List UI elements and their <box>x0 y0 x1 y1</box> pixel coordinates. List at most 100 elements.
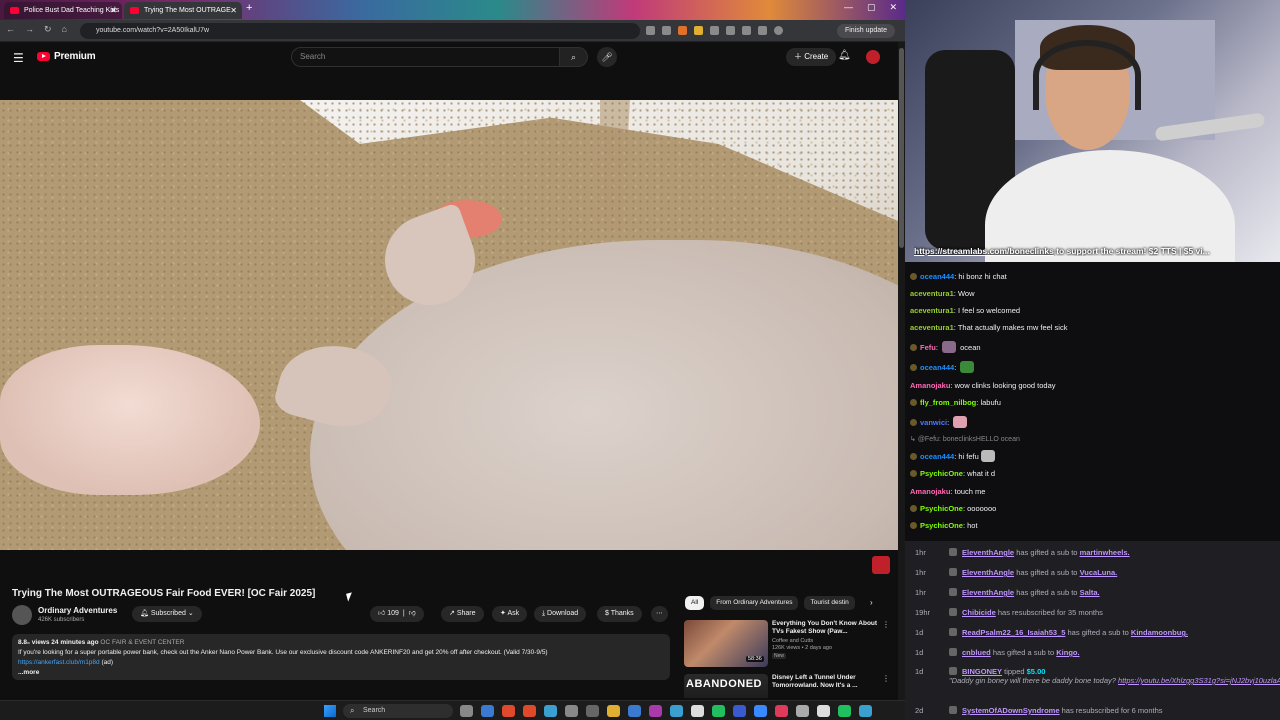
related-title[interactable]: Disney Left a Tunnel Under Tomorrowland.… <box>772 674 880 690</box>
related-channel[interactable]: Coffee and Cutts <box>772 638 813 644</box>
extension-icon[interactable] <box>742 26 751 35</box>
show-more-link[interactable]: ...more <box>18 668 664 678</box>
activity-user[interactable]: SystemOfADownSyndrome <box>962 706 1060 715</box>
chip-tourist[interactable]: Tourist destin <box>804 596 855 610</box>
taskbar-app-icon[interactable] <box>670 705 683 717</box>
bookmark-star-icon[interactable] <box>662 26 671 35</box>
taskbar-app-icon[interactable] <box>817 705 830 717</box>
activity-user[interactable]: EleventhAngle <box>962 588 1014 597</box>
microphone-icon[interactable]: 🎤︎ <box>597 47 617 67</box>
taskbar-search-input[interactable]: Search <box>343 704 453 718</box>
more-actions-icon[interactable]: ⋯ <box>651 606 668 622</box>
download-button[interactable]: ⤓ Download <box>534 606 587 622</box>
browser-tab-police[interactable]: Police Bust Dad Teaching Kids ✕ <box>4 2 122 19</box>
chip-all[interactable]: All <box>685 596 705 610</box>
related-video[interactable]: 58:36 Everything You Don't Know About TV… <box>684 620 894 670</box>
avatar[interactable] <box>866 50 880 64</box>
taskbar-app-icon[interactable] <box>649 705 662 717</box>
activity-target[interactable]: martinwheels. <box>1080 548 1130 557</box>
taskbar-app-icon[interactable] <box>460 705 473 717</box>
close-window-icon[interactable]: ✕ <box>889 2 897 13</box>
video-category[interactable]: OC FAIR & EVENT CENTER <box>100 639 184 646</box>
search-icon[interactable]: ⌕ <box>560 47 588 67</box>
related-thumbnail[interactable]: 58:36 <box>684 620 768 667</box>
activity-user[interactable]: Chibicide <box>962 608 996 617</box>
profile-icon[interactable] <box>774 26 783 35</box>
reload-icon[interactable]: ↻ <box>44 24 52 35</box>
search-input[interactable]: Search <box>291 47 560 67</box>
more-options-icon[interactable]: ⋮ <box>882 674 890 683</box>
taskbar-app-icon[interactable] <box>796 705 809 717</box>
extension-icon[interactable] <box>694 26 703 35</box>
thanks-button[interactable]: $ Thanks <box>597 606 642 622</box>
chip-from-channel[interactable]: From Ordinary Adventures <box>710 596 799 610</box>
close-tab-icon[interactable]: ✕ <box>110 2 117 19</box>
minimize-icon[interactable]: — <box>844 2 853 13</box>
taskbar-app-icon[interactable] <box>859 705 872 717</box>
notifications-bell-icon[interactable]: 🔔︎ <box>838 50 851 61</box>
subscribed-button[interactable]: 🔔︎ Subscribed ⌄ <box>132 606 202 622</box>
taskbar-app-icon[interactable] <box>607 705 620 717</box>
share-button[interactable]: ↗ Share <box>441 606 484 622</box>
close-tab-icon[interactable]: ✕ <box>230 2 237 19</box>
channel-name[interactable]: Ordinary Adventures <box>38 606 117 615</box>
new-tab-icon[interactable]: + <box>246 2 252 14</box>
taskbar-app-icon[interactable] <box>544 705 557 717</box>
taskbar-app-icon[interactable] <box>838 705 851 717</box>
extension-icon[interactable] <box>646 26 655 35</box>
taskbar-app-icon[interactable] <box>628 705 641 717</box>
activity-target[interactable]: Kindamoonbug. <box>1131 628 1188 637</box>
taskbar-app-icon[interactable] <box>586 705 599 717</box>
scrollbar-thumb[interactable] <box>899 48 904 248</box>
youtube-logo[interactable]: Premium <box>37 51 96 62</box>
finish-update-button[interactable]: Finish update <box>836 24 895 38</box>
extension-icon[interactable] <box>710 26 719 35</box>
activity-user[interactable]: ReadPsalm22_16_Isaiah53_5 <box>962 628 1065 637</box>
video-description[interactable]: 8.8₀ views 24 minutes ago OC FAIR & EVEN… <box>12 634 670 680</box>
activity-text: tipped <box>1004 667 1025 676</box>
activity-user[interactable]: EleventhAngle <box>962 548 1014 557</box>
dislike-icon[interactable]: 👎︎ <box>409 610 416 617</box>
tip-message-link[interactable]: https://youtu.be/Xhlzgg3S31g?si=jNJ2bvj1… <box>1118 676 1280 685</box>
more-options-icon[interactable]: ⋮ <box>882 620 890 629</box>
taskbar-app-icon[interactable] <box>523 705 536 717</box>
activity-user[interactable]: EleventhAngle <box>962 568 1014 577</box>
like-button[interactable]: 👍︎ 109 | 👎︎ <box>370 606 424 622</box>
description-link[interactable]: https://ankerfast.club/m1p8d <box>18 659 100 666</box>
back-icon[interactable]: ← <box>6 24 15 35</box>
taskbar-app-icon[interactable] <box>775 705 788 717</box>
ask-button[interactable]: ✦ Ask <box>492 606 528 622</box>
chevron-right-icon[interactable]: › <box>870 598 873 607</box>
extension-icon[interactable] <box>678 26 687 35</box>
video-player[interactable] <box>0 100 898 550</box>
page-scrollbar[interactable] <box>898 42 905 700</box>
activity-target[interactable]: Salta. <box>1080 588 1100 597</box>
channel-avatar[interactable] <box>12 605 32 625</box>
activity-target[interactable]: VucaLuna. <box>1080 568 1118 577</box>
forward-icon[interactable]: → <box>25 24 34 35</box>
extension-icon[interactable] <box>758 26 767 35</box>
activity-user[interactable]: cnblued <box>962 648 991 657</box>
taskbar-app-icon[interactable] <box>502 705 515 717</box>
extension-icon[interactable] <box>726 26 735 35</box>
taskbar-app-icon[interactable] <box>481 705 494 717</box>
home-icon[interactable]: ⌂ <box>62 24 67 35</box>
channel-watermark-icon[interactable] <box>872 556 890 574</box>
taskbar-app-icon[interactable] <box>712 705 725 717</box>
menu-icon[interactable]: ☰ <box>13 51 24 65</box>
related-title[interactable]: Everything You Don't Know About TVs Fake… <box>772 620 880 636</box>
youtube-play-icon <box>37 52 50 61</box>
maximize-icon[interactable]: ▢ <box>867 2 876 13</box>
taskbar-app-icon[interactable] <box>565 705 578 717</box>
address-bar[interactable]: youtube.com/watch?v=2A50IkalU7w <box>80 23 640 39</box>
create-button[interactable]: ＋ Create <box>786 48 837 66</box>
taskbar-app-icon[interactable] <box>691 705 704 717</box>
related-thumbnail[interactable]: ABANDONED <box>684 674 768 698</box>
taskbar-app-icon[interactable] <box>754 705 767 717</box>
browser-tab-current[interactable]: Trying The Most OUTRAGE ✕ <box>124 2 242 19</box>
activity-user[interactable]: BINGONEY <box>962 667 1002 676</box>
taskbar-app-icon[interactable] <box>733 705 746 717</box>
related-video[interactable]: ABANDONED Disney Left a Tunnel Under Tom… <box>684 674 894 698</box>
windows-start-icon[interactable] <box>324 705 336 717</box>
activity-target[interactable]: Kingo. <box>1056 648 1079 657</box>
